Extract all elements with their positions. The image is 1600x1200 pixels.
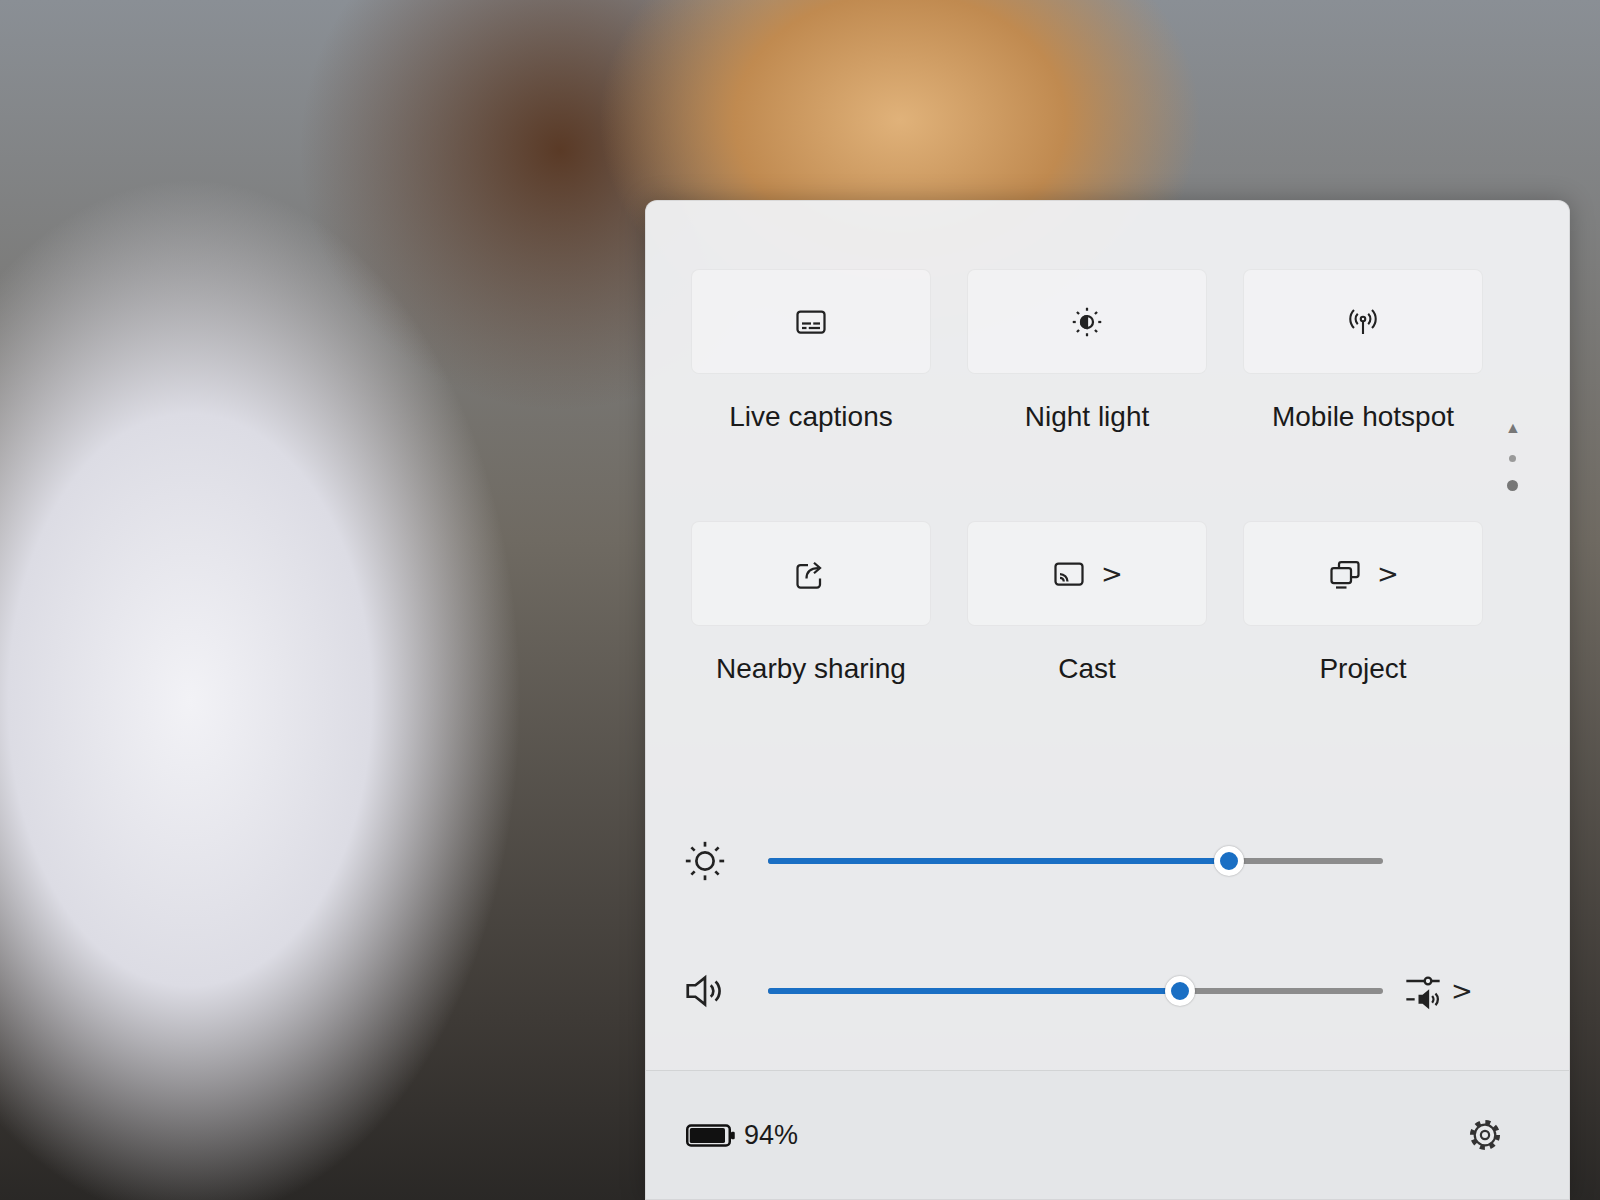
tile-label: Nearby sharing [716,651,906,687]
live-captions-icon [793,304,829,340]
nearby-sharing-icon [793,556,829,592]
speaker-icon [682,968,728,1014]
chevron-icon: > [1101,559,1123,589]
mobile-hotspot-icon [1345,304,1381,340]
battery-percentage: 94% [744,1120,798,1151]
nearby-sharing-button[interactable] [691,521,931,626]
slider-fill [768,988,1180,994]
tile-label: Cast [1058,651,1116,687]
chevron-icon: > [1451,976,1473,1006]
brightness-slider[interactable] [768,858,1383,864]
battery-status[interactable]: 94% [686,1120,798,1151]
live-captions-button[interactable] [691,269,931,374]
quick-settings-panel: Live captions Night light Mobile hotspot Ne… [645,200,1570,1200]
cast-icon [1051,556,1087,592]
desktop: Live captions Night light Mobile hotspot Ne… [0,0,1600,1200]
slider-thumb[interactable] [1165,976,1195,1006]
tile-grid: Live captions Night light Mobile hotspot Ne… [691,269,1483,687]
tile: Mobile hotspot [1243,269,1483,435]
tile-label: Project [1319,651,1406,687]
cast-button[interactable]: > [967,521,1207,626]
tile: Nearby sharing [691,521,931,687]
night-light-icon [1069,304,1105,340]
brightness-row [646,831,1569,891]
sound-mixer-icon [1403,971,1443,1011]
battery-icon [686,1123,736,1148]
tile-label: Mobile hotspot [1272,399,1454,435]
tile: Live captions [691,269,931,435]
chevron-icon: > [1377,559,1399,589]
project-button[interactable]: > [1243,521,1483,626]
volume-row: > [646,961,1569,1021]
tiles-area: Live captions Night light Mobile hotspot Ne… [646,201,1569,687]
pager-up-arrow-icon[interactable]: ▲ [1505,419,1521,437]
tile-label: Night light [1025,399,1150,435]
panel-footer: 94% [646,1070,1569,1199]
slider-fill [768,858,1229,864]
pager-dot[interactable] [1507,480,1518,491]
mobile-hotspot-button[interactable] [1243,269,1483,374]
sound-output-button[interactable]: > [1403,971,1473,1011]
brightness-sun-icon [682,838,728,884]
tile-label: Live captions [729,399,892,435]
volume-slider[interactable] [768,988,1383,994]
tile: Night light [967,269,1207,435]
pager-dot[interactable] [1509,455,1516,462]
slider-thumb[interactable] [1214,846,1244,876]
gear-icon [1466,1116,1504,1154]
pager: ▲ [1505,419,1521,491]
project-icon [1327,556,1363,592]
night-light-button[interactable] [967,269,1207,374]
tile: > Cast [967,521,1207,687]
tile: > Project [1243,521,1483,687]
settings-button[interactable] [1461,1111,1509,1159]
